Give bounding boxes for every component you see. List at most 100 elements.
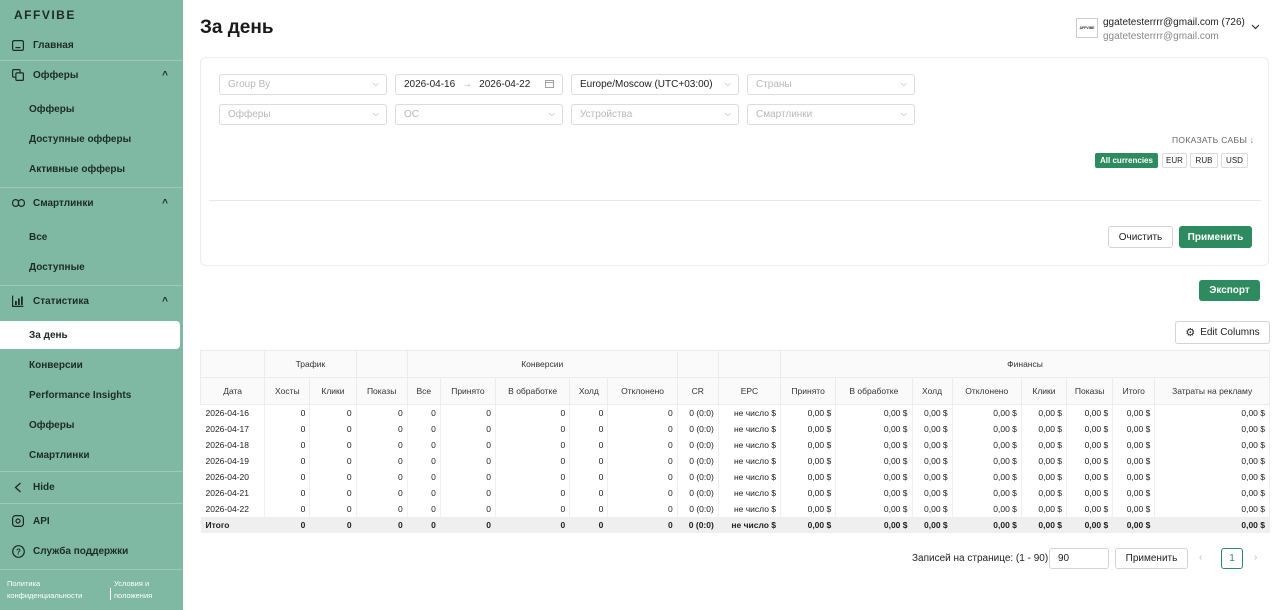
nav-smartlinks[interactable]: Смартлинки ^ [0,188,183,218]
group-by-select[interactable]: Group By ⌵ [219,74,387,95]
nav-smartlinks-available[interactable]: Доступные [0,253,180,281]
chevron-down-icon[interactable] [1251,22,1260,33]
currency-eur-button[interactable]: EUR [1162,153,1187,168]
table-cell: 0 [569,436,609,453]
column-header[interactable]: Дата [199,377,266,405]
column-header[interactable]: Клики [1020,377,1068,405]
user-menu[interactable]: AFFVIBE ggatetesterrrr@gmail.com (726) g… [1076,16,1245,44]
brand-logo[interactable]: AFFVIBE [14,8,76,22]
help-icon: ? [11,544,25,558]
table-cell: 0,00 $ [912,436,953,453]
nav-stats-performance[interactable]: Performance Insights [0,381,180,409]
currency-rub-button[interactable]: RUB [1190,153,1218,168]
nav-smartlinks-all[interactable]: Все [0,223,180,251]
table-cell: 0 [569,516,609,533]
table-cell: 0,00 $ [1154,468,1270,485]
gear-icon [11,514,25,528]
column-header[interactable]: Принято [780,377,837,405]
nav-main-label: Главная [33,39,74,51]
table-cell: 0 [407,420,441,437]
column-header[interactable]: Показы [355,377,408,405]
column-header[interactable]: В обработке [495,377,571,405]
table-cell: 0 [356,500,408,517]
nav-stats-smartlinks[interactable]: Смартлинки [0,441,180,469]
column-header[interactable]: EPC [717,377,782,405]
currency-all-button[interactable]: All currencies [1095,153,1158,168]
sidebar: AFFVIBE Главная Офферы ^ Офферы Доступны… [0,0,183,610]
table-cell: 0,00 $ [1021,484,1068,501]
table-cell: 0,00 $ [1154,420,1270,437]
nav-offers-all[interactable]: Офферы [0,95,180,123]
column-header[interactable]: Хосты [264,377,311,405]
table-cell: не число $ [718,500,782,517]
table-header-row: Дата Хосты Клики Показы Все Принято В обработк… [199,377,1270,405]
nav-support[interactable]: ? Служба поддержки [0,536,183,566]
column-header[interactable]: Отклонено [607,377,678,405]
show-subs-toggle[interactable]: ПОКАЗАТЬ САБЫ ↓ [1172,135,1254,145]
table-cell: 0,00 $ [1021,420,1068,437]
table-cell: 0 [309,452,357,469]
nav-hide[interactable]: Hide [0,472,183,502]
table-cell: 0,00 $ [780,436,837,453]
table-cell: 0,00 $ [1154,436,1270,453]
table-cell: 0,00 $ [780,452,837,469]
table-cell: 2026-04-18 [200,436,266,453]
devices-select[interactable]: Устройства ⌵ [571,104,739,125]
nav-offers-active[interactable]: Активные офферы [0,155,180,183]
table-row: 2026-04-20 0 0 0 0 0 0 0 0 0 (0:0) не число $0,00 … [200,468,1270,485]
timezone-select[interactable]: Europe/Moscow (UTC+03:00) ⌵ [571,74,739,95]
column-header[interactable]: Отклонено [951,377,1022,405]
privacy-link[interactable]: Политика конфиденциальности [7,578,107,602]
nav-api[interactable]: API [0,506,183,536]
table-cell: 0 (0:0) [677,404,719,421]
os-select[interactable]: ОС ⌵ [395,104,563,125]
nav-stats-offers[interactable]: Офферы [0,411,180,439]
chevron-left-icon[interactable]: ‹ [1199,552,1202,563]
date-range-picker[interactable]: 2026-04-16 → 2026-04-22 [395,74,563,95]
table-cell: не число $ [718,436,782,453]
countries-select[interactable]: Страны ⌵ [747,74,915,95]
column-header[interactable]: CR [676,377,719,405]
edit-columns-button[interactable]: ⚙ Edit Columns [1175,321,1270,344]
per-page-input[interactable]: 90 [1049,548,1109,569]
table-cell: не число $ [718,452,782,469]
table-cell: 0 [495,468,571,485]
main-content: За день AFFVIBE ggatetesterrrr@gmail.com… [183,0,1280,610]
nav-stats-conversions[interactable]: Конверсии [0,351,180,379]
nav-main[interactable]: Главная [0,30,183,60]
column-header[interactable]: В обработке [835,377,913,405]
currency-usd-button[interactable]: USD [1221,153,1248,168]
nav-offers[interactable]: Офферы ^ [0,60,183,90]
table-cell: 0 [356,452,408,469]
column-header[interactable]: Холд [911,377,953,405]
chevron-right-icon[interactable]: › [1254,552,1257,563]
table-cell: 0,00 $ [835,468,913,485]
column-header[interactable]: Клики [309,377,357,405]
table-cell: 0,00 $ [1154,404,1270,421]
apply-filters-button[interactable]: Применить [1179,226,1252,248]
column-header[interactable]: Показы [1066,377,1114,405]
svg-text:?: ? [16,547,21,556]
column-header[interactable]: Холд [569,377,609,405]
edit-columns-label: Edit Columns [1200,327,1260,338]
table-cell: 0 (0:0) [677,500,719,517]
offers-select[interactable]: Офферы ⌵ [219,104,387,125]
settings-icon: ⚙ [1185,327,1196,339]
terms-link[interactable]: Условия и положения [114,578,174,602]
clear-filters-button[interactable]: Очистить [1108,226,1173,248]
column-header[interactable]: Все [406,377,441,405]
nav-stats-daily[interactable]: За день [0,321,180,349]
os-placeholder: ОС [404,109,419,120]
page-number-button[interactable]: 1 [1221,548,1243,569]
table-cell: 0,00 $ [1066,484,1114,501]
smartlinks-select[interactable]: Смартлинки ⌵ [747,104,915,125]
column-header[interactable]: Принято [439,377,497,405]
nav-stats[interactable]: Статистика ^ [0,286,183,316]
column-header[interactable]: Итого [1112,377,1156,405]
nav-offers-available[interactable]: Доступные офферы [0,125,180,153]
nav-stats-label: Статистика [33,295,89,307]
pagination-apply-button[interactable]: Применить [1115,548,1188,569]
column-header[interactable]: Затраты на рекламу [1154,377,1270,405]
export-button[interactable]: Экспорт [1199,280,1260,301]
chevron-up-icon: ^ [162,197,168,209]
